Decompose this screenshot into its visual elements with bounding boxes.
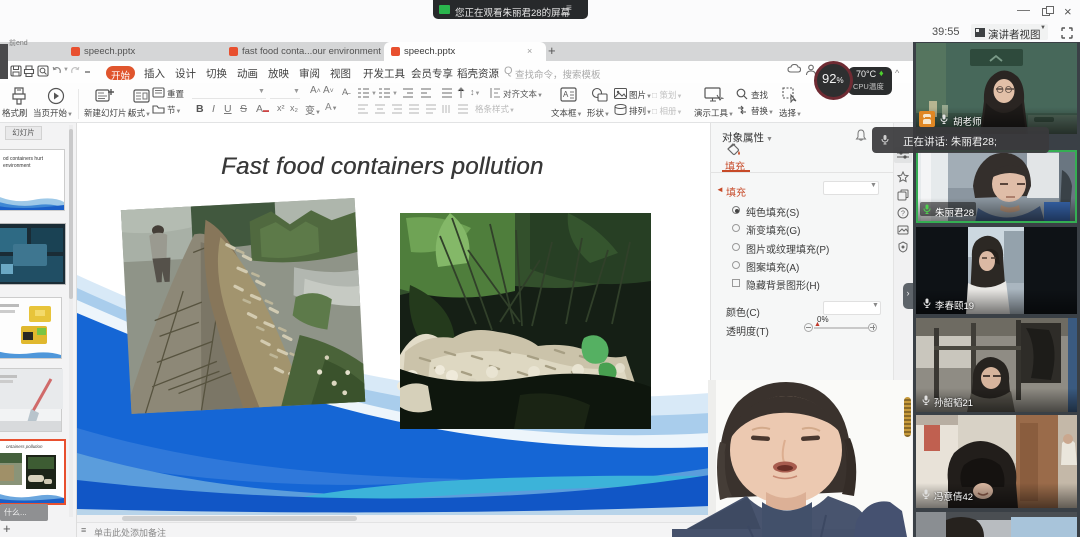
svg-text:▼: ▼ — [392, 91, 398, 97]
svg-text:▼: ▼ — [371, 91, 377, 97]
svg-text:A: A — [563, 90, 569, 99]
svg-text:?: ? — [901, 211, 905, 218]
